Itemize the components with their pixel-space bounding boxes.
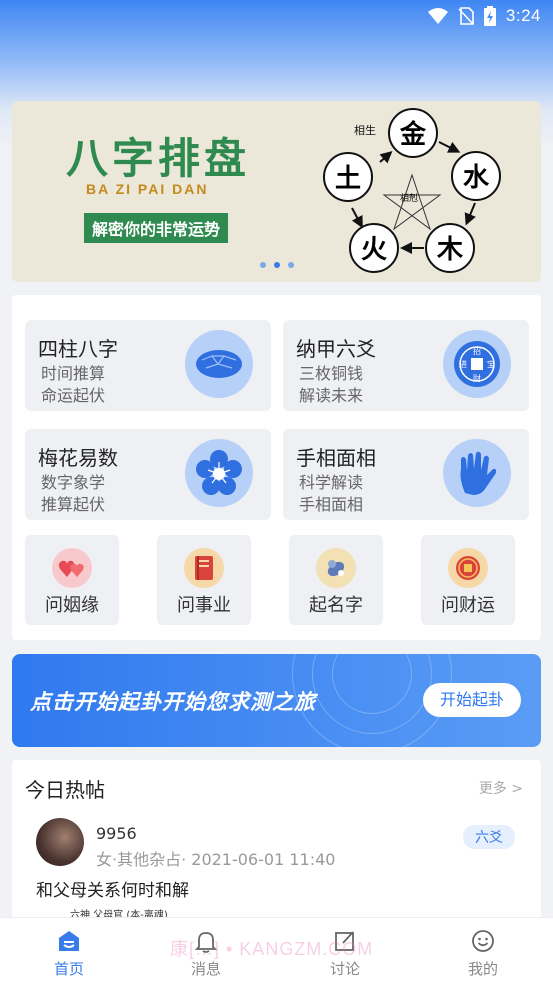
plum-blossom-icon xyxy=(185,439,253,507)
tab-profile[interactable]: 我的 xyxy=(443,926,523,979)
pagination-dot xyxy=(260,262,266,268)
status-bar: 3:24 xyxy=(0,0,553,32)
svg-text:进: 进 xyxy=(459,360,467,369)
coin-icon: 招进 宝财 xyxy=(443,330,511,398)
pagination-dot-active xyxy=(274,262,280,268)
home-icon xyxy=(59,931,79,951)
svg-text:招: 招 xyxy=(473,346,481,356)
post-meta: 女·其他杂占· 2021-06-01 11:40 xyxy=(96,850,336,869)
tile-subtitle: 时间推算 xyxy=(41,364,106,383)
svg-text:木: 木 xyxy=(436,235,463,265)
tile-meihua-yishu[interactable]: 梅花易数 数字象学 推算起伏 xyxy=(25,429,271,520)
tab-label: 首页 xyxy=(53,960,84,978)
wealth-coin-icon xyxy=(448,548,488,588)
tile-najia-liuyao[interactable]: 纳甲六爻 三枚铜钱 解读未来 招进 宝财 xyxy=(283,320,529,411)
tab-label: 我的 xyxy=(467,960,498,978)
tile-subtitle: 数字象学 xyxy=(41,473,106,492)
tile-subtitle: 手相面相 xyxy=(299,495,364,514)
promo-banner[interactable]: 八字排盘 BA ZI PAI DAN 解密你的非常运势 相剋 相生 金 水 木 … xyxy=(12,101,541,282)
smiley-icon xyxy=(472,930,494,952)
tab-home[interactable]: 首页 xyxy=(29,926,109,979)
element-fire: 火 xyxy=(349,223,399,273)
element-metal: 金 xyxy=(388,108,438,158)
start-divination-banner[interactable]: 点击开始起卦开始您求测之旅 开始起卦 xyxy=(12,654,541,747)
shortcut-label: 问事业 xyxy=(177,595,231,616)
svg-text:火: 火 xyxy=(361,235,387,265)
tile-subtitle: 命运起伏 xyxy=(41,386,106,405)
shortcut-wealth[interactable]: 问财运 xyxy=(421,535,515,625)
tile-title: 手相面相 xyxy=(296,446,376,470)
svg-text:宝: 宝 xyxy=(487,359,495,369)
element-earth: 土 xyxy=(323,152,373,202)
tile-sizhu-bazi[interactable]: 四柱八字 时间推算 命运起伏 xyxy=(25,320,271,411)
shortcut-label: 问姻缘 xyxy=(45,595,99,616)
svg-text:金: 金 xyxy=(399,119,427,150)
post-title[interactable]: 和父母关系何时和解 xyxy=(36,876,189,901)
tile-title: 纳甲六爻 xyxy=(296,337,376,361)
start-divination-button[interactable]: 开始起卦 xyxy=(423,683,521,717)
five-elements-wheel: 相剋 相生 金 水 木 火 土 xyxy=(323,108,501,273)
shortcut-career[interactable]: 问事业 xyxy=(157,535,251,625)
clock: 3:24 xyxy=(505,6,541,25)
post-tag[interactable]: 六爻 xyxy=(463,825,515,849)
book-icon xyxy=(184,548,224,588)
tile-subtitle: 解读未来 xyxy=(299,386,364,405)
shortcut-naming[interactable]: 起名字 xyxy=(289,535,383,625)
turtle-shell-icon xyxy=(185,330,253,398)
element-water: 水 xyxy=(451,151,501,201)
wifi-icon xyxy=(427,8,448,24)
pagination-dot xyxy=(288,262,294,268)
shortcut-label: 起名字 xyxy=(309,595,363,616)
svg-text:土: 土 xyxy=(335,164,361,194)
shortcut-label: 问财运 xyxy=(441,595,495,616)
tile-title: 四柱八字 xyxy=(38,337,118,361)
hot-posts-section: 今日热帖 更多 > 9956 女·其他杂占· 2021-06-01 11:40 … xyxy=(12,760,541,920)
no-sim-icon xyxy=(458,7,474,25)
more-link[interactable]: 更多 > xyxy=(479,778,523,798)
banner-pinyin: BA ZI PAI DAN xyxy=(86,181,209,197)
tab-label: 消息 xyxy=(190,960,221,978)
tile-subtitle: 推算起伏 xyxy=(41,495,106,514)
sheng-label: 相生 xyxy=(354,123,376,137)
shortcut-marriage[interactable]: 问姻缘 xyxy=(25,535,119,625)
banner-tagline: 解密你的非常运势 xyxy=(84,213,229,243)
svg-text:水: 水 xyxy=(463,163,490,193)
tile-subtitle: 三枚铜钱 xyxy=(299,364,364,383)
ke-label: 相剋 xyxy=(400,192,418,204)
tile-subtitle: 科学解读 xyxy=(299,473,364,492)
name-icon xyxy=(316,548,356,588)
battery-charging-icon xyxy=(483,6,496,26)
post-username: 9956 xyxy=(96,824,137,843)
avatar[interactable] xyxy=(36,818,84,866)
feature-menu: 四柱八字 时间推算 命运起伏 纳甲六爻 三枚铜钱 解读未来 招进 宝财 梅花易数 … xyxy=(12,295,541,640)
banner-title: 八字排盘 xyxy=(66,134,251,183)
section-heading: 今日热帖 xyxy=(25,778,105,802)
svg-text:财: 财 xyxy=(473,373,481,383)
tile-shouxiang-mianxiang[interactable]: 手相面相 科学解读 手相面相 xyxy=(283,429,529,520)
banner-pagination xyxy=(260,262,294,268)
hearts-icon xyxy=(52,548,92,588)
tab-label: 讨论 xyxy=(329,960,360,978)
palm-icon xyxy=(443,439,511,507)
start-banner-text: 点击开始起卦开始您求测之旅 xyxy=(30,690,316,714)
tile-title: 梅花易数 xyxy=(38,446,118,470)
watermark: 康[…] • KANGZM.COM xyxy=(170,939,374,959)
element-wood: 木 xyxy=(425,223,475,273)
